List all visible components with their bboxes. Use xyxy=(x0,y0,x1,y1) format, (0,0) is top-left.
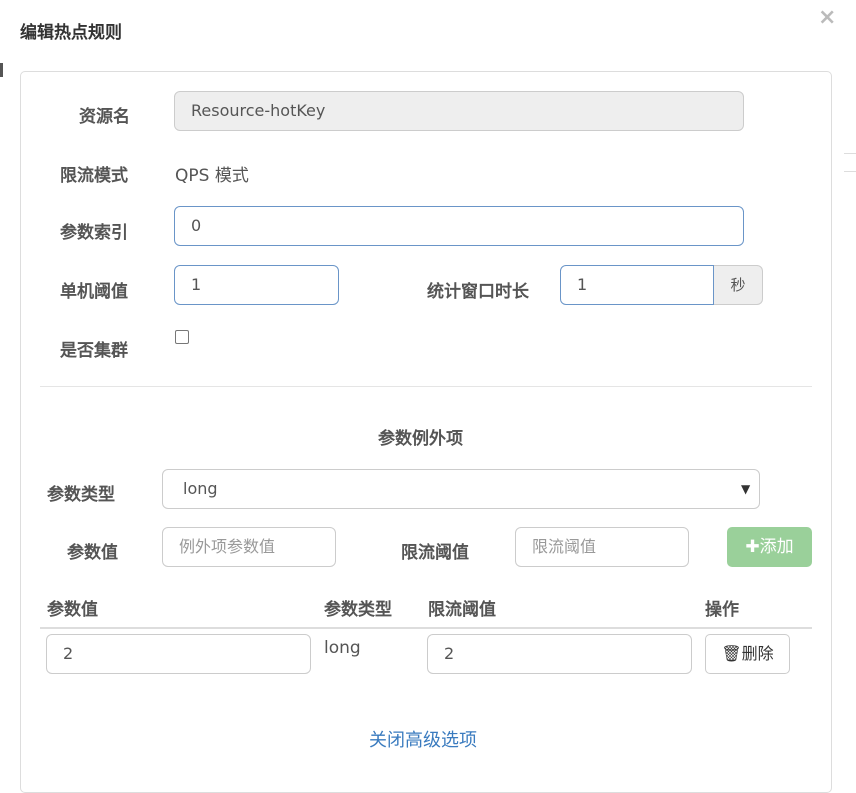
trash-icon: 🗑 xyxy=(721,644,742,663)
add-button-label: 添加 xyxy=(759,537,794,557)
param-value-label: 参数值 xyxy=(67,543,118,563)
param-type-select[interactable]: long xyxy=(162,469,760,509)
limit-label: 限流阈值 xyxy=(401,543,469,563)
resource-label: 资源名 xyxy=(79,107,130,127)
plus-icon: ✚ xyxy=(745,537,760,557)
single-threshold-input[interactable]: 1 xyxy=(174,265,339,305)
row-threshold-input[interactable]: 2 xyxy=(427,634,692,674)
row-value-input[interactable]: 2 xyxy=(46,634,311,674)
window-unit-addon: 秒 xyxy=(714,265,763,305)
add-button[interactable]: ✚添加 xyxy=(727,527,812,567)
backdrop-edge xyxy=(0,63,3,77)
param-index-label: 参数索引 xyxy=(60,223,128,243)
mode-label: 限流模式 xyxy=(60,166,128,186)
close-icon[interactable]: × xyxy=(818,5,836,30)
table-header-type: 参数类型 xyxy=(324,600,392,620)
window-input[interactable]: 1 xyxy=(560,265,714,305)
exceptions-title: 参数例外项 xyxy=(378,429,463,449)
table-header-value: 参数值 xyxy=(47,600,98,620)
window-label: 统计窗口时长 xyxy=(427,282,529,302)
cluster-checkbox[interactable] xyxy=(175,330,189,344)
resource-input: Resource-hotKey xyxy=(174,91,744,131)
chevron-down-icon: ▼ xyxy=(741,482,751,496)
param-value-input[interactable]: 例外项参数值 xyxy=(162,527,336,567)
dialog-title: 编辑热点规则 xyxy=(20,23,122,43)
close-advanced-link[interactable]: 关闭高级选项 xyxy=(369,726,477,752)
delete-button-label: 删除 xyxy=(741,644,774,663)
table-header-divider xyxy=(40,627,812,629)
delete-button[interactable]: 🗑删除 xyxy=(705,634,790,674)
param-type-selected: long xyxy=(183,479,218,498)
mode-value: QPS 模式 xyxy=(175,166,249,186)
param-index-input[interactable]: 0 xyxy=(174,206,744,246)
table-header-action: 操作 xyxy=(705,600,739,620)
backdrop-line xyxy=(844,153,856,154)
limit-input[interactable]: 限流阈值 xyxy=(515,527,689,567)
backdrop-line xyxy=(844,171,856,172)
row-type: long xyxy=(324,638,361,658)
section-divider xyxy=(40,386,812,387)
param-type-label: 参数类型 xyxy=(47,485,115,505)
cluster-label: 是否集群 xyxy=(60,341,128,361)
single-threshold-label: 单机阈值 xyxy=(60,282,128,302)
table-header-threshold: 限流阈值 xyxy=(428,600,496,620)
